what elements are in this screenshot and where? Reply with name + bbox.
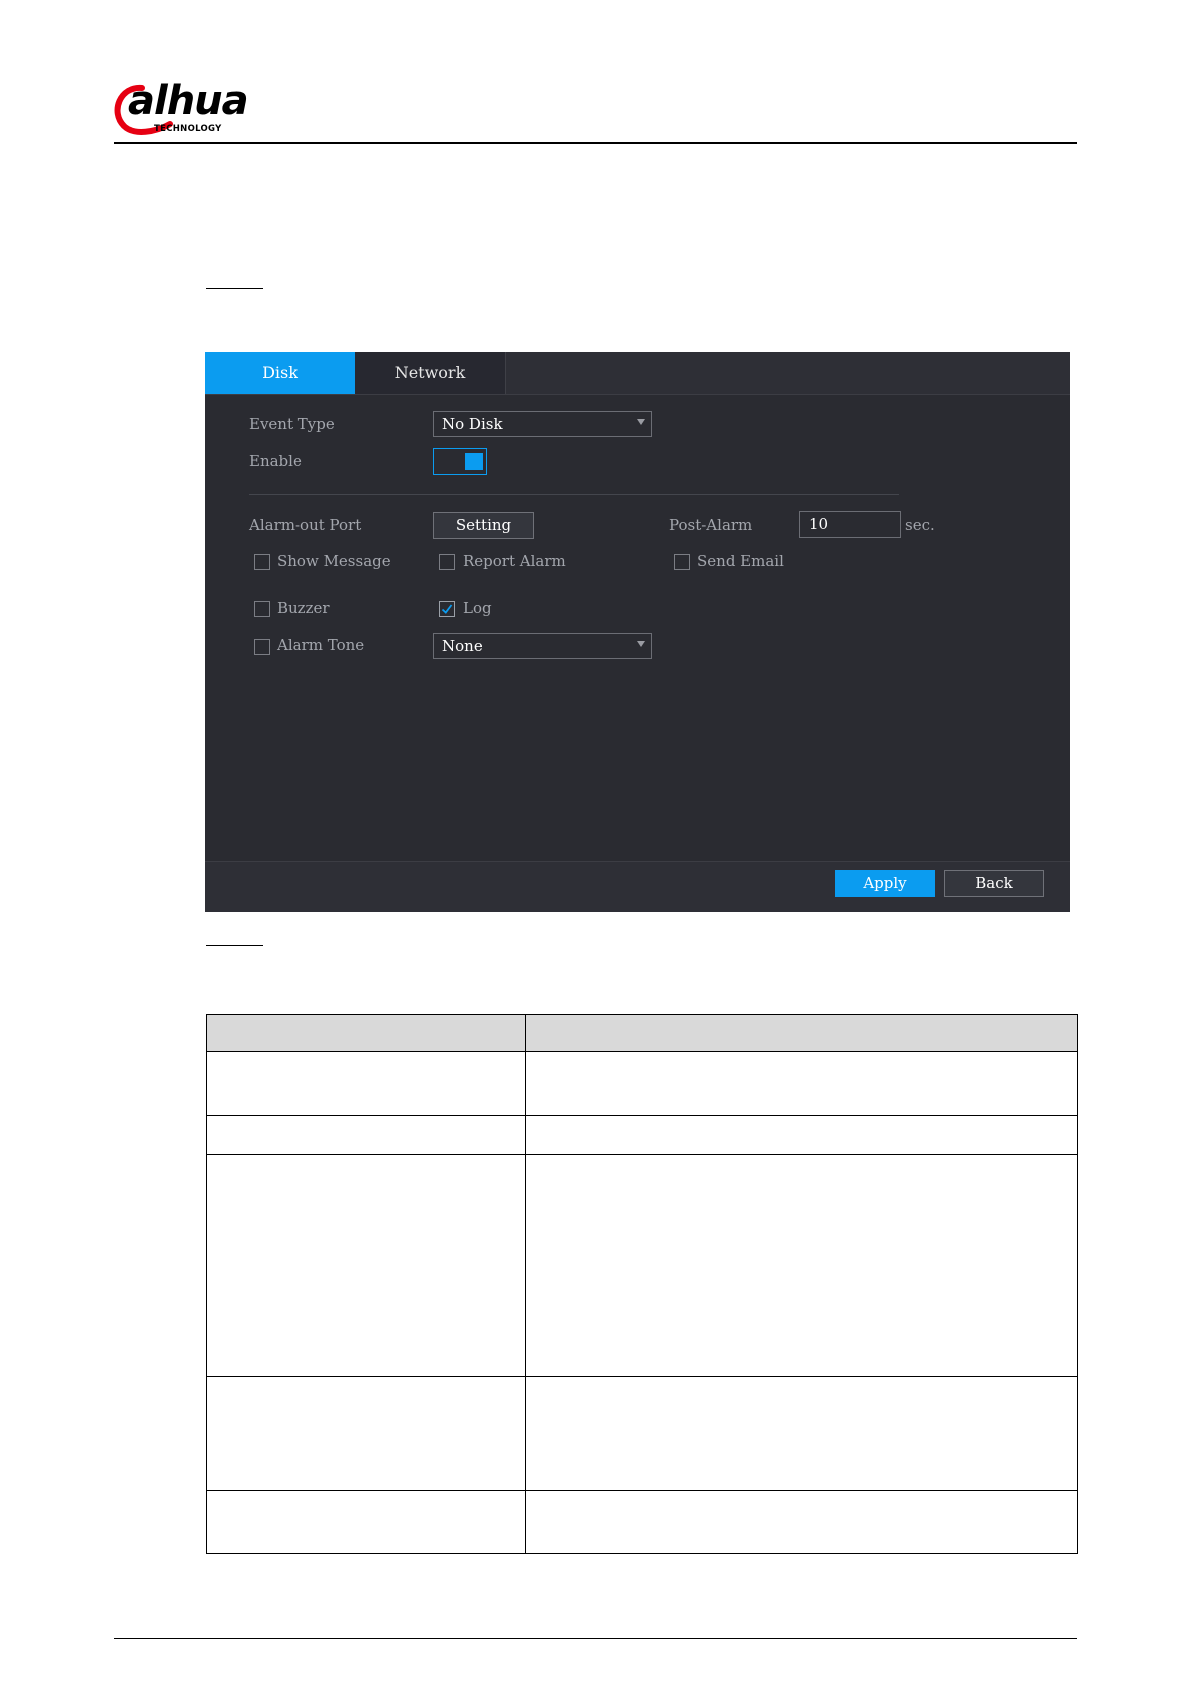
logo-subtitle: TECHNOLOGY	[154, 124, 222, 134]
logo-wordmark: alhua	[128, 78, 249, 124]
divider	[249, 494, 899, 495]
table-rule	[206, 1553, 1078, 1554]
enable-label: Enable	[249, 452, 302, 470]
parameter-table	[206, 1014, 1078, 1554]
table-rule	[206, 1115, 1078, 1116]
post-alarm-input[interactable]: 10	[799, 511, 901, 538]
report-alarm-label: Report Alarm	[463, 552, 566, 570]
alarm-tone-checkbox[interactable]	[254, 639, 270, 655]
header-rule	[114, 142, 1077, 144]
show-message-label: Show Message	[277, 552, 391, 570]
setting-button[interactable]: Setting	[433, 512, 534, 539]
table-rule	[206, 1014, 1078, 1015]
tab-disk[interactable]: Disk	[205, 352, 355, 394]
alarm-tone-value: None	[442, 637, 483, 655]
buzzer-label: Buzzer	[277, 599, 330, 617]
alarm-out-port-label: Alarm-out Port	[249, 516, 362, 534]
disk-event-panel: Disk Network Event Type No Disk Enable A…	[205, 352, 1070, 912]
panel-footer: Apply Back	[205, 861, 1070, 912]
apply-button[interactable]: Apply	[835, 870, 935, 897]
send-email-checkbox[interactable]	[674, 554, 690, 570]
step-underline	[206, 945, 263, 946]
table-rule	[206, 1376, 1078, 1377]
alarm-tone-select[interactable]: None	[433, 633, 652, 659]
table-rule	[206, 1490, 1078, 1491]
enable-toggle[interactable]	[433, 448, 487, 475]
alarm-tone-label: Alarm Tone	[277, 636, 365, 654]
event-type-label: Event Type	[249, 415, 335, 433]
post-alarm-value: 10	[809, 515, 829, 533]
table-rule	[525, 1014, 526, 1554]
chevron-down-icon	[637, 419, 645, 425]
table-rule	[206, 1154, 1078, 1155]
report-alarm-checkbox[interactable]	[439, 554, 455, 570]
back-button[interactable]: Back	[944, 870, 1044, 897]
table-rule	[1077, 1014, 1078, 1554]
log-checkbox[interactable]	[439, 601, 455, 617]
show-message-checkbox[interactable]	[254, 554, 270, 570]
footer-rule	[114, 1638, 1077, 1639]
table-rule	[206, 1051, 1078, 1052]
event-type-value: No Disk	[442, 415, 503, 433]
buzzer-checkbox[interactable]	[254, 601, 270, 617]
table-header-row	[206, 1014, 1078, 1051]
post-alarm-unit: sec.	[905, 516, 935, 534]
checkmark-icon	[441, 604, 453, 614]
log-label: Log	[463, 599, 492, 617]
table-rule	[206, 1014, 207, 1554]
event-type-select[interactable]: No Disk	[433, 411, 652, 437]
send-email-label: Send Email	[697, 552, 784, 570]
chevron-down-icon	[637, 641, 645, 647]
step-underline	[206, 288, 263, 289]
post-alarm-label: Post-Alarm	[669, 516, 753, 534]
toggle-knob	[465, 453, 483, 470]
tab-network[interactable]: Network	[355, 352, 506, 394]
tab-bar: Disk Network	[205, 352, 1070, 395]
